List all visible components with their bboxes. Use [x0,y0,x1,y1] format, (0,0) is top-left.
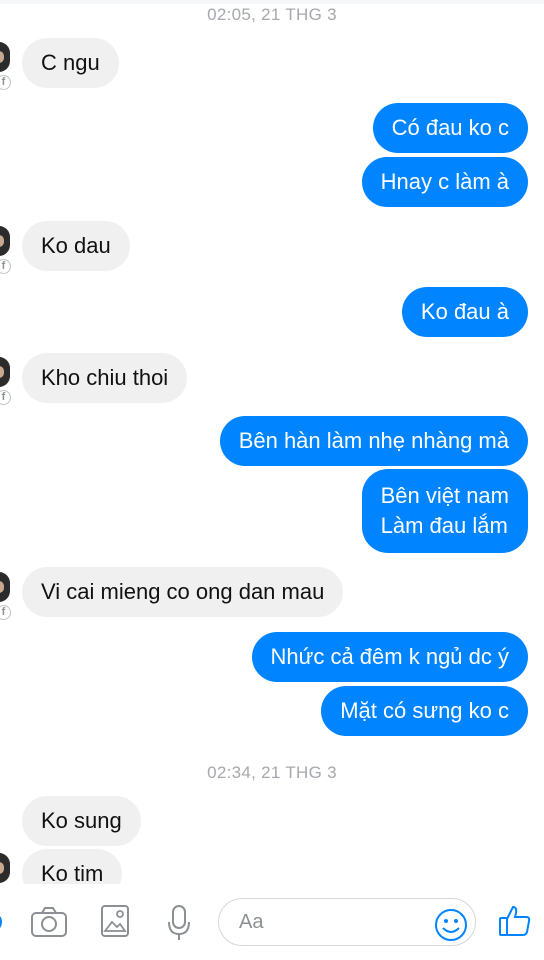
facebook-badge-icon: f [0,259,11,274]
message-line: Làm đau lắm [380,513,508,538]
timestamp-divider: 02:34, 21 THG 3 [207,763,337,782]
outgoing-message[interactable]: Có đau ko c [372,103,528,153]
incoming-message[interactable]: Kho chiu thoi [22,353,188,403]
microphone-icon[interactable] [166,904,192,947]
timestamp-divider: 02:05, 21 THG 3 [207,5,337,24]
facebook-badge-icon: f [0,605,11,620]
incoming-message[interactable]: Ko sung [22,796,141,846]
outgoing-message[interactable]: Bên hàn làm nhẹ nhàng mà [219,416,528,466]
outgoing-message-multiline[interactable]: Bên việt nam Làm đau lắm [361,469,528,553]
emoji-icon[interactable] [434,908,468,947]
thumbs-up-icon[interactable] [498,904,532,943]
outgoing-message[interactable]: Hnay c làm à [361,157,528,207]
contact-avatar[interactable] [0,226,10,256]
incoming-message[interactable]: Ko dau [22,221,130,271]
incoming-message[interactable]: Vi cai mieng co ong dan mau [22,567,344,617]
facebook-badge-icon: f [0,75,11,90]
incoming-message[interactable]: C ngu [22,38,119,88]
more-actions-icon[interactable] [0,912,2,932]
gallery-icon[interactable] [100,904,130,943]
contact-avatar[interactable] [0,42,10,72]
contact-avatar[interactable] [0,357,10,387]
outgoing-message[interactable]: Nhức cả đêm k ngủ dc ý [251,632,528,682]
outgoing-message[interactable]: Mặt có sưng ko c [321,686,528,736]
contact-avatar[interactable] [0,572,10,602]
outgoing-message[interactable]: Ko đau à [401,287,528,337]
message-line: Bên việt nam [380,483,509,508]
contact-avatar[interactable] [0,853,10,883]
camera-icon[interactable] [30,906,68,943]
facebook-badge-icon: f [0,390,11,405]
message-composer [0,884,544,960]
